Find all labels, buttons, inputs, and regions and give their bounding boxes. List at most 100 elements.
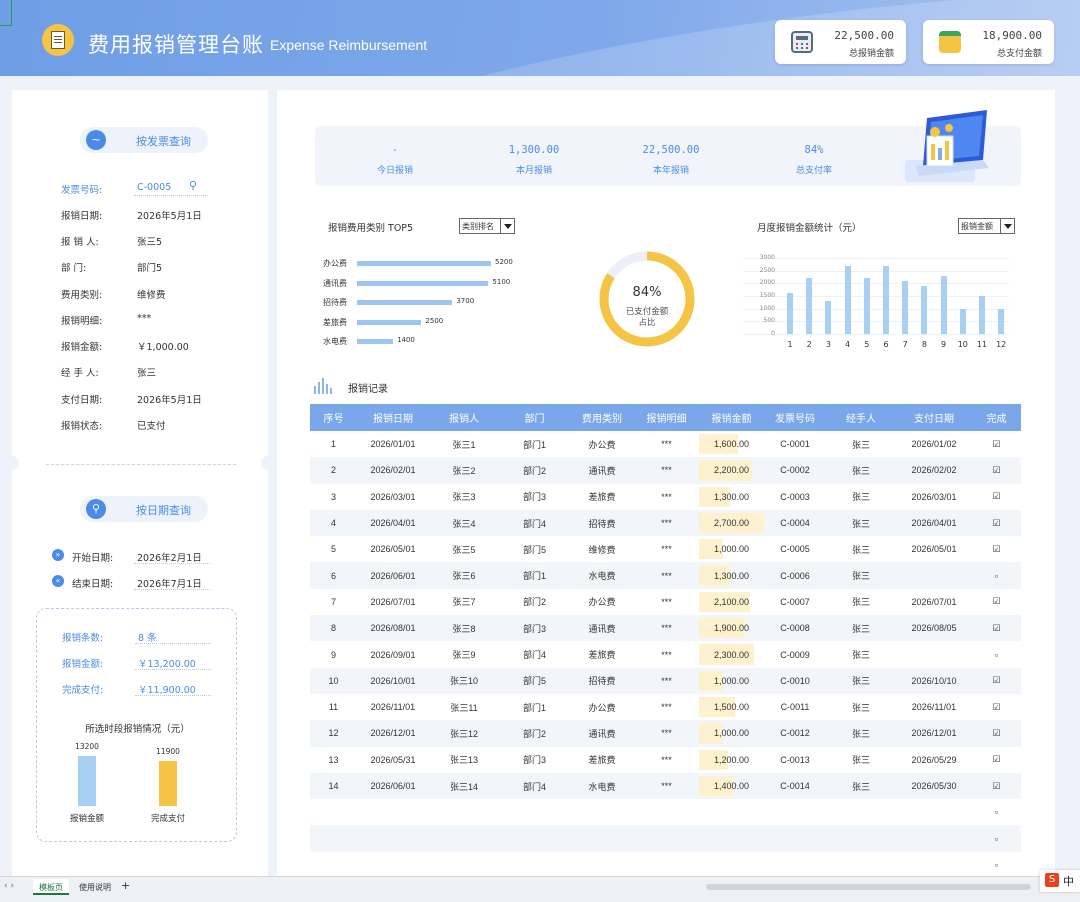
- table-row[interactable]: ▫: [310, 799, 1021, 825]
- amount-cell: [699, 799, 764, 825]
- table-cell: 2026/05/01: [911, 544, 957, 555]
- done-checkbox[interactable]: ☑: [972, 772, 1021, 800]
- ime-indicator[interactable]: S 中: [1040, 870, 1080, 892]
- y-tick-label: 2000: [759, 279, 775, 287]
- date-query-header[interactable]: ⚲ 按日期查询: [80, 496, 208, 522]
- summary-label: 报销金额:: [62, 659, 104, 670]
- done-checkbox[interactable]: ☑: [972, 431, 1021, 457]
- invoice-number-field[interactable]: 发票号码: C-0005 ⚲: [12, 179, 268, 197]
- table-cell: ***: [661, 439, 672, 450]
- table-cell: 2026/07/01: [370, 596, 416, 607]
- start-date-input[interactable]: 2026年2月1日: [137, 550, 202, 564]
- table-row[interactable]: 2 2026/02/01 张三2 部门2 通讯费 *** 2,200.00 C-0002 张三 2…: [310, 457, 1021, 484]
- done-checkbox[interactable]: ☑: [972, 747, 1021, 773]
- table-cell: 部门5: [522, 544, 546, 555]
- table-cell: 2026/04/01: [357, 509, 429, 537]
- amount-cell: 2,300.00: [699, 641, 764, 667]
- table-row[interactable]: 1 2026/01/01 张三1 部门1 办公费 *** 1,600.00 C-0001 张三 2…: [310, 431, 1021, 457]
- table-row[interactable]: 6 2026/06/01 张三6 部门1 水电费 *** 1,300.00 C-0006 张三 ▫: [310, 562, 1021, 589]
- category-rank-dropdown[interactable]: 类别排名: [459, 218, 515, 234]
- table-cell: 张三: [851, 702, 870, 713]
- done-checkbox[interactable]: ☑: [972, 667, 1021, 694]
- table-cell: C-0004: [764, 509, 826, 537]
- table-row[interactable]: 14 2026/06/01 张三14 部门4 水电费 *** 1,400.00 C-0014 张…: [310, 772, 1021, 800]
- table-cell: 差旅费: [588, 492, 616, 503]
- table-row[interactable]: 4 2026/04/01 张三4 部门4 招待费 *** 2,700.00 C-0004 张三 2…: [310, 509, 1021, 537]
- table-cell: 部门4: [499, 772, 570, 800]
- table-row[interactable]: 12 2026/12/01 张三12 部门2 通讯费 *** 1,000.00 C-0012 张…: [310, 720, 1021, 747]
- table-cell: 2026/05/30: [896, 772, 972, 800]
- done-checkbox[interactable]: ☑: [972, 694, 1021, 720]
- table-cell: ***: [634, 667, 699, 694]
- done-checkbox[interactable]: ☑: [972, 457, 1021, 484]
- field-value: ￥1,000.00: [137, 342, 189, 353]
- table-cell: [429, 852, 499, 878]
- done-checkbox[interactable]: ▫: [972, 825, 1021, 852]
- table-cell: 2026/05/01: [370, 544, 416, 555]
- table-cell: 差旅费: [588, 650, 616, 661]
- table-cell: ***: [661, 491, 672, 502]
- field-label: 经 手 人:: [61, 368, 99, 379]
- kpi-label: 今日报销: [376, 166, 413, 176]
- sheet-tab-template[interactable]: 模板页: [33, 879, 69, 895]
- table-cell: 2026/03/01: [370, 491, 416, 502]
- done-checkbox[interactable]: ☑: [972, 509, 1021, 537]
- field-value: 部门5: [137, 263, 163, 274]
- end-date-input[interactable]: 2026年7月1日: [137, 576, 202, 590]
- summary-label: 完成支付:: [62, 685, 104, 696]
- table-cell: 张三: [826, 667, 896, 694]
- table-cell: 部门3: [499, 615, 570, 642]
- horizontal-scrollbar[interactable]: [706, 884, 1031, 890]
- table-row[interactable]: 3 2026/03/01 张三3 部门3 差旅费 *** 1,300.00 C-0003 张三 2…: [310, 484, 1021, 510]
- field-label: 报销日期:: [61, 211, 103, 222]
- metric-dropdown[interactable]: 报销金额: [958, 218, 1015, 234]
- y-tick-label: 2500: [759, 266, 775, 274]
- search-icon[interactable]: ⚲: [189, 179, 197, 192]
- period-summary-box: 报销条数: 8 条 报销金额: ￥13,200.00 完成支付: ￥11,900.00…: [36, 608, 237, 842]
- sheet-nav-arrows[interactable]: ‹ ›: [4, 881, 14, 891]
- done-checkbox[interactable]: ☑: [972, 589, 1021, 615]
- query-panel: ~ 按发票查询 发票号码: C-0005 ⚲ 报销日期: 2026年5月1日 报 …: [5, 90, 275, 876]
- kpi-label: 本月报销: [515, 166, 552, 176]
- done-checkbox[interactable]: ▫: [972, 799, 1021, 825]
- table-cell: 张三11: [450, 702, 478, 713]
- table-cell: 2026/01/01: [370, 439, 416, 450]
- table-row[interactable]: 13 2026/05/31 张三13 部门3 差旅费 *** 1,200.00 C-0013 张…: [310, 747, 1021, 773]
- y-tick-label: 0: [771, 330, 775, 337]
- table-cell: [764, 799, 826, 825]
- done-checkbox[interactable]: ▫: [972, 852, 1021, 878]
- start-date-field[interactable]: » 开始日期: 2026年2月1日: [12, 548, 268, 566]
- table-cell: [310, 825, 357, 852]
- invoice-query-header[interactable]: ~ 按发票查询: [80, 127, 208, 153]
- sheet-tab-instructions[interactable]: 使用说明: [73, 879, 117, 895]
- table-row[interactable]: 8 2026/08/01 张三8 部门3 通讯费 *** 1,900.00 C-0008 张三 2…: [310, 615, 1021, 642]
- done-checkbox[interactable]: ☑: [972, 615, 1021, 642]
- table-cell: ***: [634, 772, 699, 800]
- add-sheet-button[interactable]: +: [121, 879, 130, 892]
- gridline: [743, 308, 1009, 310]
- table-row[interactable]: ▫: [310, 852, 1021, 878]
- done-checkbox[interactable]: ☑: [972, 484, 1021, 510]
- table-cell: ***: [634, 562, 699, 589]
- kpi-value: 22,500.00: [642, 144, 700, 156]
- invoice-number-input[interactable]: C-0005: [137, 182, 171, 193]
- table-row[interactable]: 11 2026/11/01 张三11 部门1 办公费 *** 1,500.00 C-0011 张…: [310, 694, 1021, 720]
- field-label: 费用类别:: [61, 290, 103, 301]
- top5-value-label: 3700: [456, 297, 475, 305]
- table-row[interactable]: 10 2026/10/01 张三10 部门5 招待费 *** 1,000.00 C-0010 张…: [310, 667, 1021, 694]
- done-checkbox[interactable]: ☑: [972, 536, 1021, 562]
- done-checkbox[interactable]: ▫: [972, 641, 1021, 667]
- end-date-field[interactable]: « 结束日期: 2026年7月1日: [12, 574, 268, 592]
- top5-bar: [357, 280, 489, 286]
- table-cell: 部门4: [499, 509, 570, 537]
- table-cell: 张三8: [429, 615, 499, 642]
- table-row[interactable]: 7 2026/07/01 张三7 部门2 办公费 *** 2,100.00 C-0007 张三 2…: [310, 589, 1021, 615]
- done-checkbox[interactable]: ☑: [972, 720, 1021, 747]
- table-row[interactable]: 5 2026/05/01 张三5 部门5 维修费 *** 1,000.00 C-0005 张三 2…: [310, 536, 1021, 562]
- table-cell: [896, 852, 972, 878]
- table-cell: C-0008: [764, 615, 826, 642]
- table-header-row: 序号 报销日期 报销人 部门 费用类别 报销明细 报销金额 发票号码 经手人 支付日期 完成: [310, 404, 1021, 431]
- table-row[interactable]: 9 2026/09/01 张三9 部门4 差旅费 *** 2,300.00 C-0009 张三 ▫: [310, 641, 1021, 667]
- table-row[interactable]: ▫: [310, 825, 1021, 852]
- done-checkbox[interactable]: ▫: [972, 562, 1021, 589]
